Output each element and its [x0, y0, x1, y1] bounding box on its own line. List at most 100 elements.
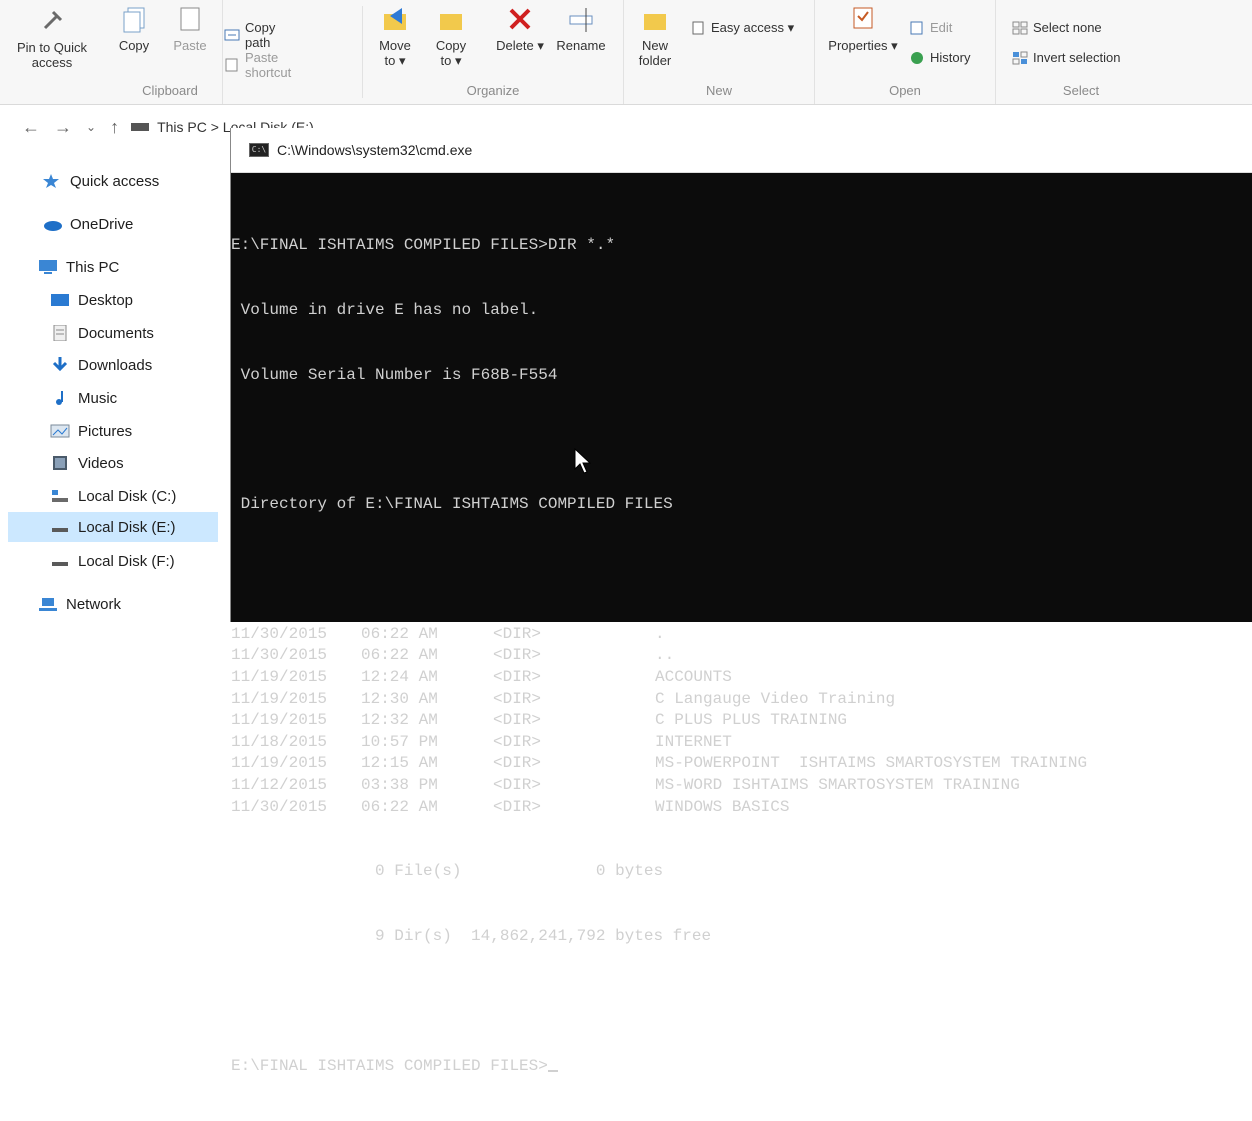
dir-entry-time: 06:22 AM — [361, 646, 438, 665]
dir-entry-type: <DIR> — [493, 624, 542, 643]
dir-entry-date: 11/18/2015 — [231, 732, 328, 751]
cmd-app-icon: C:\ — [249, 143, 269, 157]
dir-entry-row: 11/19/2015 12:30 AM <DIR> C Langauge Video … — [231, 689, 1252, 711]
nav-item-local-disk-e[interactable]: Local Disk (E:) — [8, 512, 218, 542]
console-prompt-line[interactable]: E:\FINAL ISHTAIMS COMPILED FILES> — [231, 1056, 1252, 1078]
edit-label: Edit — [930, 20, 953, 35]
nav-item-onedrive[interactable]: OneDrive — [42, 209, 133, 239]
dir-entry-date: 11/19/2015 — [231, 711, 328, 730]
dir-entry-type: <DIR> — [493, 668, 542, 687]
select-group: Select none Invert selection Select — [996, 0, 1166, 104]
back-arrow-icon[interactable]: ← — [22, 117, 40, 138]
nav-item-videos[interactable]: Videos — [50, 448, 124, 478]
network-icon — [38, 596, 58, 612]
open-group-label: Open — [889, 83, 921, 98]
dir-entry-date: 11/30/2015 — [231, 646, 328, 665]
delete-button[interactable]: Delete ▾ — [495, 4, 545, 53]
nav-item-label: Quick access — [70, 172, 160, 190]
dir-entry-row: 11/30/2015 06:22 AM <DIR> WINDOWS BASICS — [231, 797, 1252, 819]
history-icon — [909, 51, 925, 65]
dir-entry-name: WINDOWS BASICS — [655, 797, 790, 816]
computer-icon — [38, 259, 58, 275]
navigation-pane: Quick access OneDrive This PC Desktop Do… — [0, 150, 230, 622]
easy-access-button[interactable]: Easy access ▾ — [690, 20, 794, 36]
dir-entry-row: 11/30/2015 06:22 AM <DIR>.. — [231, 645, 1252, 667]
rename-icon — [566, 4, 596, 34]
pin-label: Pin to Quick access — [16, 40, 88, 70]
copy-path-label: Copy path — [245, 20, 276, 50]
cmd-window[interactable]: C:\ C:\Windows\system32\cmd.exe E:\FINAL… — [230, 128, 1252, 1075]
dir-entry-row: 11/12/2015 03:38 PM <DIR> MS-WORD ISHTAIMS … — [231, 775, 1252, 797]
dir-entry-name: . — [655, 624, 665, 643]
copy-button[interactable]: Copy — [114, 4, 154, 53]
dir-entry-row: 11/18/2015 10:57 PM <DIR> INTERNET — [231, 732, 1252, 754]
download-arrow-icon — [50, 357, 70, 373]
dir-entry-date: 11/30/2015 — [231, 797, 328, 816]
nav-item-downloads[interactable]: Downloads — [50, 350, 152, 380]
copy-to-button[interactable]: Copy to ▾ — [429, 4, 473, 68]
copy-label: Copy — [118, 38, 150, 53]
forward-arrow-icon[interactable]: → — [54, 117, 72, 138]
nav-item-pictures[interactable]: Pictures — [50, 416, 132, 446]
rename-button[interactable]: Rename — [551, 4, 611, 53]
paste-button[interactable]: Paste — [168, 4, 212, 53]
drive-icon — [50, 519, 70, 535]
properties-button[interactable]: Properties ▾ — [825, 4, 901, 53]
nav-item-this-pc[interactable]: This PC — [38, 252, 119, 282]
nav-item-documents[interactable]: Documents — [50, 318, 154, 348]
ribbon: Pin to Quick access Copy Paste Copy path… — [0, 0, 1252, 105]
dir-entry-row: 11/19/2015 12:24 AM <DIR> ACCOUNTS — [231, 667, 1252, 689]
nav-item-quick-access[interactable]: Quick access — [42, 166, 159, 196]
pictures-icon — [50, 423, 70, 439]
history-button[interactable]: History — [909, 50, 970, 65]
drive-icon — [131, 123, 150, 131]
dir-entry-time: 03:38 PM — [361, 776, 438, 795]
copy-path-button[interactable]: Copy path — [224, 20, 275, 50]
dir-entry-time: 10:57 PM — [361, 732, 438, 751]
delete-label: Delete ▾ — [496, 38, 544, 53]
nav-item-network[interactable]: Network — [38, 589, 121, 619]
dir-entry-type: <DIR> — [493, 797, 542, 816]
dir-entry-time: 12:24 AM — [361, 668, 438, 687]
nav-item-local-disk-f[interactable]: Local Disk (F:) — [50, 546, 175, 576]
nav-item-label: Documents — [78, 324, 154, 342]
edit-button[interactable]: Edit — [909, 20, 952, 35]
select-none-icon — [1012, 21, 1028, 35]
move-to-button[interactable]: Move to ▾ — [373, 4, 417, 68]
properties-label: Properties ▾ — [828, 38, 898, 53]
new-folder-button[interactable]: New folder — [630, 4, 680, 68]
dir-entry-date: 11/19/2015 — [231, 754, 328, 773]
dir-entry-name: MS-POWERPOINT ISHTAIMS SMARTOSYSTEM TRAI… — [655, 754, 1088, 773]
cmd-title-bar[interactable]: C:\ C:\Windows\system32\cmd.exe — [231, 128, 1252, 173]
invert-selection-button[interactable]: Invert selection — [1012, 50, 1120, 65]
copy-to-label: Copy to ▾ — [435, 38, 467, 68]
select-none-label: Select none — [1033, 20, 1102, 35]
paste-shortcut-button[interactable]: Paste shortcut — [224, 50, 291, 80]
new-group: New folder Easy access ▾ New — [624, 0, 815, 104]
console-serial-line: Volume Serial Number is F68B-F554 — [231, 365, 558, 384]
console-volume-label-line: Volume in drive E has no label. — [231, 300, 539, 319]
console-prompt: E:\FINAL ISHTAIMS COMPILED FILES> — [231, 1056, 548, 1075]
dir-entry-type: <DIR> — [493, 732, 542, 751]
nav-item-local-disk-c[interactable]: Local Disk (C:) — [50, 481, 176, 511]
nav-item-label: Videos — [78, 454, 124, 472]
nav-item-music[interactable]: Music — [50, 383, 117, 413]
paste-shortcut-icon — [224, 58, 240, 72]
desktop-icon — [50, 292, 70, 308]
mouse-pointer-icon — [574, 447, 592, 474]
console-output[interactable]: E:\FINAL ISHTAIMS COMPILED FILES>DIR *.*… — [231, 172, 1252, 1075]
paste-label: Paste — [173, 38, 207, 53]
dir-entry-date: 11/19/2015 — [231, 689, 328, 708]
up-arrow-icon[interactable]: ↑ — [110, 117, 119, 138]
dir-entry-name: C PLUS PLUS TRAINING — [655, 711, 848, 730]
nav-item-label: This PC — [66, 258, 120, 276]
nav-item-desktop[interactable]: Desktop — [50, 285, 133, 315]
dir-entry-name: MS-WORD ISHTAIMS SMARTOSYSTEM TRAINING — [655, 776, 1020, 795]
dir-entry-time: 12:15 AM — [361, 754, 438, 773]
new-folder-icon — [640, 4, 670, 34]
select-none-button[interactable]: Select none — [1012, 20, 1102, 35]
recent-locations-chevron-icon[interactable]: ⌄ — [86, 120, 96, 134]
dir-entry-date: 11/30/2015 — [231, 624, 328, 643]
pin-to-quick-access-button[interactable]: Pin to Quick access — [12, 6, 92, 70]
